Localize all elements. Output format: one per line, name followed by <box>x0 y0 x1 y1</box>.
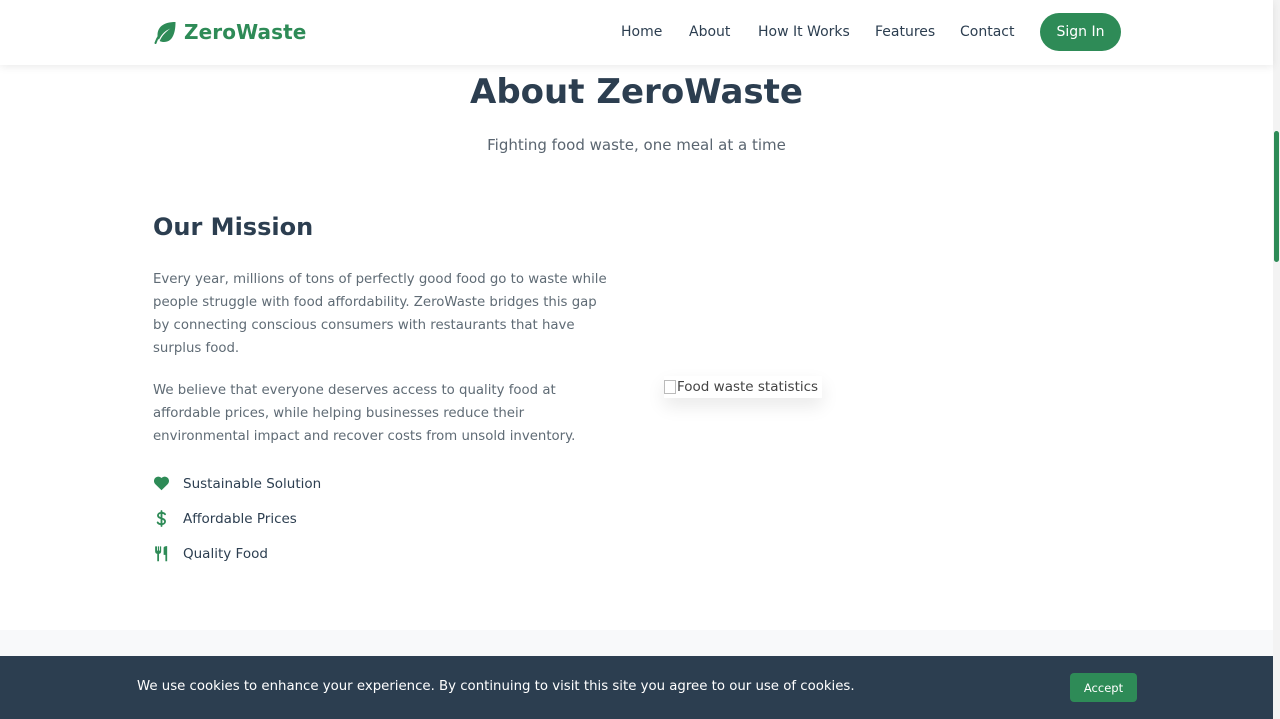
brand-logo[interactable]: ZeroWaste <box>153 20 306 44</box>
image-alt-text: Food waste statistics <box>677 379 819 395</box>
dollar-icon <box>156 510 166 527</box>
nav-contact[interactable]: Contact <box>960 24 1014 40</box>
feature-item: Sustainable Solution <box>153 475 321 492</box>
mission-paragraph: We believe that everyone deserves access… <box>153 383 576 444</box>
site-header: ZeroWaste Home About How It Works Featur… <box>0 0 1273 65</box>
cookie-banner: We use cookies to enhance your experienc… <box>0 656 1273 719</box>
utensils-icon <box>155 546 168 562</box>
nav-how-it-works[interactable]: How It Works <box>758 24 850 40</box>
food-waste-image: Food waste statistics <box>664 376 822 398</box>
nav-home[interactable]: Home <box>621 24 662 40</box>
heart-icon <box>153 476 170 491</box>
page-scrollbar-thumb[interactable] <box>1274 131 1279 262</box>
feature-item: Quality Food <box>153 545 268 562</box>
page-title: About ZeroWaste <box>470 72 803 112</box>
leaf-icon <box>154 22 176 44</box>
page-subtitle: Fighting food waste, one meal at a time <box>487 136 786 154</box>
mission-heading: Our Mission <box>153 213 314 241</box>
feature-label: Affordable Prices <box>183 510 297 527</box>
accept-cookies-button[interactable]: Accept <box>1070 673 1137 702</box>
feature-label: Sustainable Solution <box>183 475 322 492</box>
nav-about[interactable]: About <box>689 24 730 40</box>
feature-label: Quality Food <box>183 545 268 562</box>
nav-features[interactable]: Features <box>875 24 935 40</box>
page-scrollbar-track[interactable] <box>1273 0 1280 719</box>
brand-name: ZeroWaste <box>184 20 307 44</box>
sign-in-button[interactable]: Sign In <box>1040 13 1121 51</box>
feature-item: Affordable Prices <box>153 510 297 527</box>
mission-paragraph: Every year, millions of tons of perfectl… <box>153 272 607 356</box>
broken-image-icon <box>664 380 676 394</box>
cookie-message: We use cookies to enhance your experienc… <box>137 679 855 694</box>
